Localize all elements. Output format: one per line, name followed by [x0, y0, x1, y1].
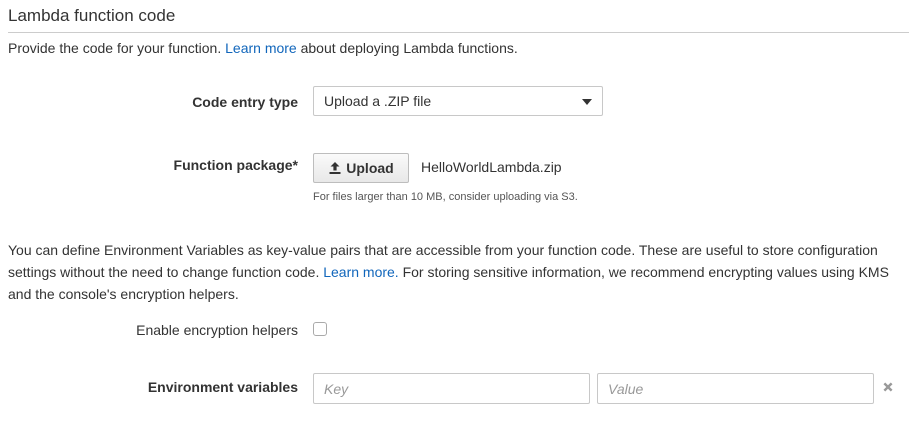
code-entry-type-value: Upload a .ZIP file: [324, 93, 432, 109]
function-package-label: Function package*: [173, 157, 298, 173]
encryption-helpers-checkbox[interactable]: [313, 322, 327, 336]
close-icon[interactable]: [880, 379, 896, 395]
learn-more-link[interactable]: Learn more: [225, 40, 297, 56]
environment-variables-description: You can define Environment Variables as …: [8, 239, 913, 305]
env-value-input[interactable]: [597, 373, 874, 404]
upload-icon: [329, 162, 341, 174]
uploaded-file-name: HelloWorldLambda.zip: [421, 159, 562, 175]
environment-variables-label: Environment variables: [147, 379, 298, 395]
section-divider: [8, 32, 909, 33]
code-entry-type-select[interactable]: Upload a .ZIP file: [313, 86, 603, 116]
code-entry-type-label: Code entry type: [192, 94, 298, 110]
intro-text-before-link: Provide the code for your function.: [8, 40, 226, 56]
intro-text: Provide the code for your function. Lear…: [8, 39, 518, 57]
upload-help-text: For files larger than 10 MB, consider up…: [313, 191, 578, 203]
env-key-input[interactable]: [313, 373, 590, 404]
intro-text-after-link: about deploying Lambda functions.: [296, 40, 518, 56]
chevron-down-icon: [582, 99, 592, 105]
upload-button[interactable]: Upload: [313, 153, 409, 183]
encryption-helpers-label: Enable encryption helpers: [136, 322, 298, 338]
env-learn-more-link[interactable]: Learn more.: [323, 264, 398, 280]
upload-button-label: Upload: [346, 160, 394, 176]
section-title: Lambda function code: [8, 6, 176, 25]
